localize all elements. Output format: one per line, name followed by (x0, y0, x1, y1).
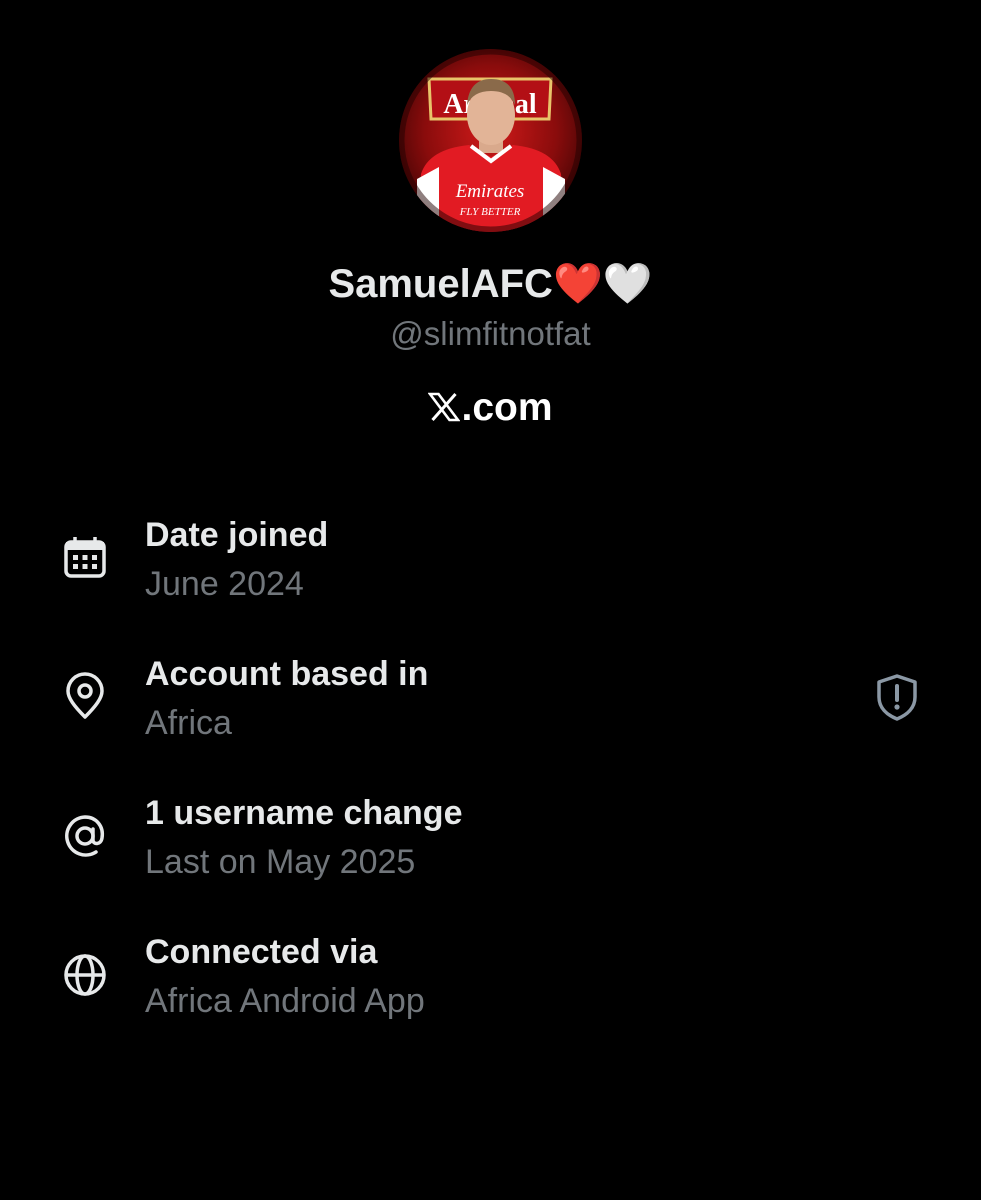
platform-domain: .com (461, 386, 553, 429)
profile-avatar[interactable]: Arsenal Emirates FLY BETTER (399, 49, 582, 232)
profile-handle[interactable]: @slimfitnotfat (0, 313, 981, 355)
info-row-value: Africa (145, 704, 232, 742)
x-logo-icon (427, 387, 462, 422)
info-row-account-based-in: Account based in Africa (0, 652, 981, 762)
info-row-username-change: 1 username change Last on May 2025 (0, 791, 981, 901)
info-row-date-joined: Date joined June 2024 (0, 513, 981, 623)
profile-display-name: SamuelAFC❤️🤍 (0, 258, 981, 310)
info-row-value: Africa Android App (145, 982, 425, 1020)
avatar-image: Arsenal Emirates FLY BETTER (399, 49, 582, 232)
display-name-text: SamuelAFC (328, 262, 553, 306)
info-row-title: Connected via (145, 933, 378, 971)
shield-alert-icon[interactable] (870, 670, 924, 724)
globe-icon (60, 950, 110, 1000)
location-pin-icon (60, 672, 110, 722)
red-heart-emoji: ❤️ (552, 262, 603, 306)
platform-label: .com (0, 384, 981, 432)
info-row-title: Date joined (145, 516, 329, 554)
avatar-slogan-text: FLY BETTER (459, 206, 521, 218)
calendar-icon (60, 533, 110, 583)
info-row-title: 1 username change (145, 794, 463, 832)
info-row-value: June 2024 (145, 565, 304, 603)
at-sign-icon (60, 811, 110, 861)
avatar-sponsor-text: Emirates (455, 181, 525, 202)
info-row-title: Account based in (145, 655, 429, 693)
white-heart-emoji: 🤍 (602, 262, 653, 306)
info-row-value: Last on May 2025 (145, 843, 416, 881)
info-row-connected-via: Connected via Africa Android App (0, 930, 981, 1040)
